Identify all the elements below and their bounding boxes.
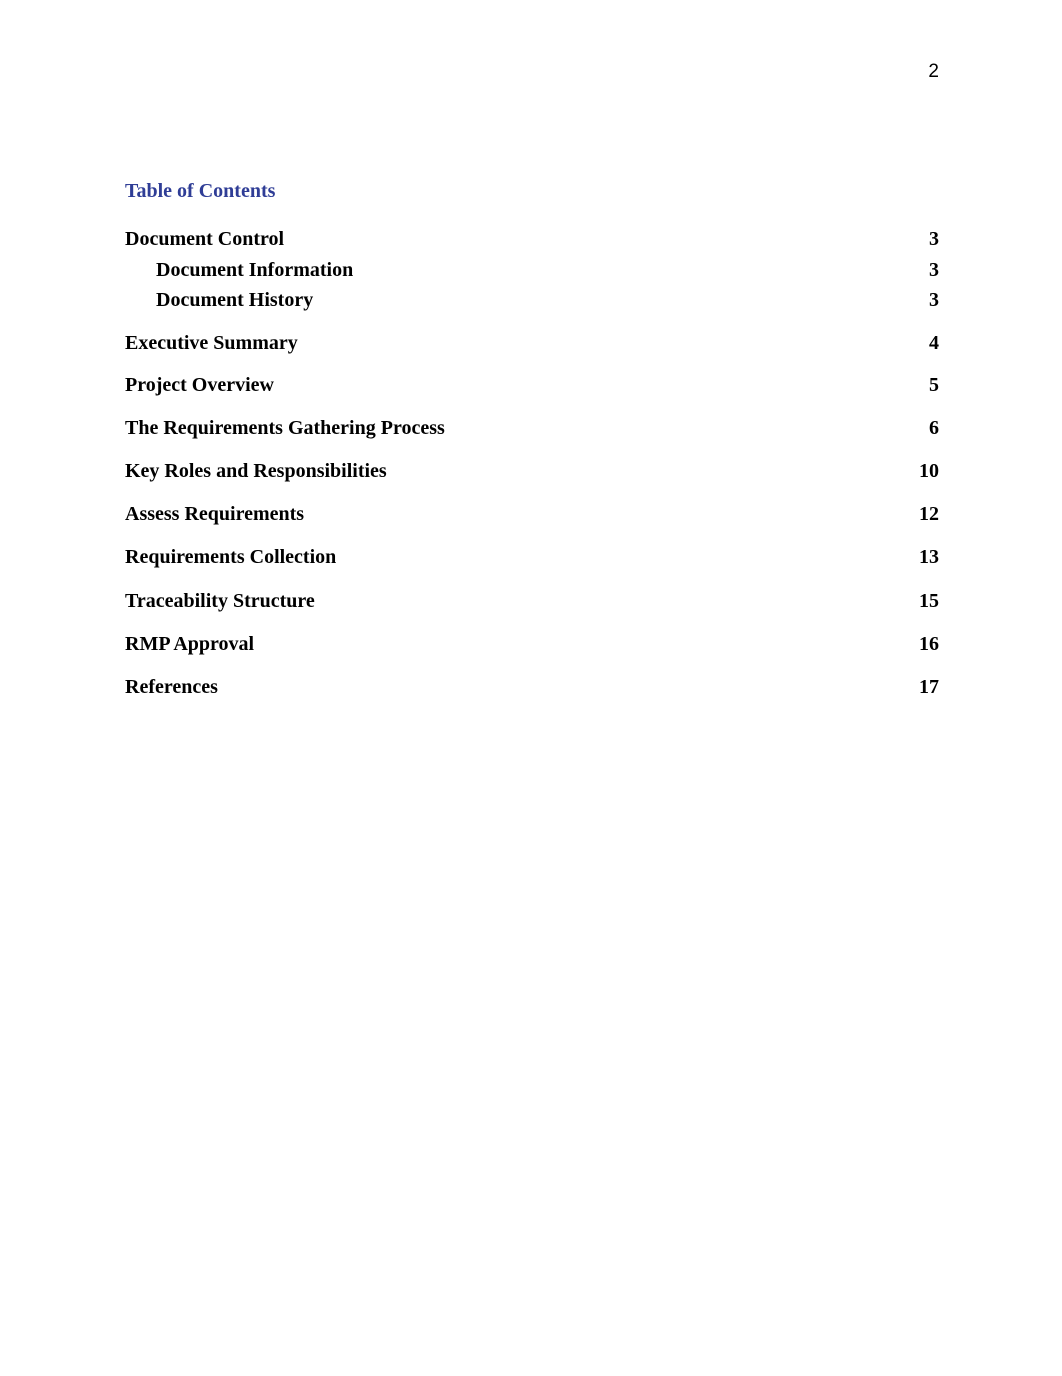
toc-entry-label: Requirements Collection <box>125 546 337 568</box>
toc-entry-page: 4 <box>929 332 939 354</box>
toc-entry-page: 15 <box>919 590 939 612</box>
toc-entry-assess-requirements[interactable]: Assess Requirements 12 <box>125 503 939 526</box>
toc-entry-label: Document Control <box>125 228 285 250</box>
toc-entry-document-history[interactable]: Document History 3 <box>125 289 939 312</box>
toc-entry-references[interactable]: References 17 <box>125 676 939 699</box>
page-number: 2 <box>928 61 939 82</box>
toc-entry-label: The Requirements Gathering Process <box>125 417 445 439</box>
toc-entry-requirements-gathering[interactable]: The Requirements Gathering Process 6 <box>125 417 939 440</box>
toc-entry-page: 13 <box>919 546 939 568</box>
toc-entry-requirements-collection[interactable]: Requirements Collection 13 <box>125 546 939 569</box>
toc-entry-label: RMP Approval <box>125 633 255 655</box>
toc-entry-project-overview[interactable]: Project Overview 5 <box>125 374 939 397</box>
toc-entry-label: Document Information <box>156 259 354 281</box>
toc-entry-label: Traceability Structure <box>125 590 315 612</box>
toc-entry-label: Document History <box>156 289 314 311</box>
toc-entry-executive-summary[interactable]: Executive Summary 4 <box>125 332 939 355</box>
toc-entry-page: 12 <box>919 503 939 525</box>
toc-entry-label: Executive Summary <box>125 332 298 354</box>
toc-entry-label: Key Roles and Responsibilities <box>125 460 387 482</box>
toc-entry-page: 5 <box>929 374 939 396</box>
toc-entry-page: 16 <box>919 633 939 655</box>
toc-entry-label: Project Overview <box>125 374 274 396</box>
toc-title: Table of Contents <box>125 180 276 202</box>
toc-entry-page: 6 <box>929 417 939 439</box>
toc-entry-document-information[interactable]: Document Information 3 <box>125 259 939 282</box>
toc-entry-label: References <box>125 676 218 698</box>
toc-entry-page: 3 <box>929 289 939 311</box>
toc-entry-rmp-approval[interactable]: RMP Approval 16 <box>125 633 939 656</box>
toc-entry-key-roles[interactable]: Key Roles and Responsibilities 10 <box>125 460 939 483</box>
toc-entry-label: Assess Requirements <box>125 503 305 525</box>
toc-entry-page: 17 <box>919 676 939 698</box>
toc-entry-page: 3 <box>929 259 939 281</box>
toc-entry-page: 10 <box>919 460 939 482</box>
toc-entry-page: 3 <box>929 228 939 250</box>
toc-entry-traceability-structure[interactable]: Traceability Structure 15 <box>125 590 939 613</box>
toc-entry-document-control[interactable]: Document Control 3 <box>125 228 939 251</box>
